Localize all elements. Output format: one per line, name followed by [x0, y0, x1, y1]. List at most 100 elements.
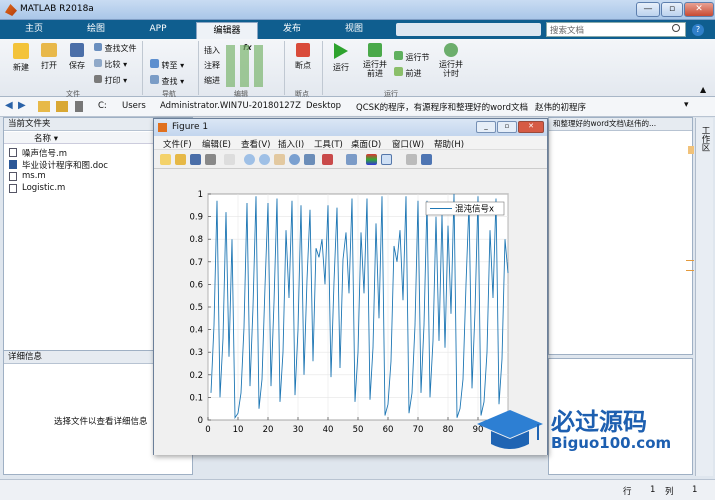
link-plot-icon[interactable] — [346, 154, 357, 165]
legend-box[interactable]: 混沌信号x — [425, 201, 505, 216]
pointer-icon[interactable] — [224, 154, 235, 165]
hide-tools-icon[interactable] — [406, 154, 417, 165]
tab-plots[interactable]: 绘图 — [70, 20, 122, 39]
pan-icon[interactable] — [274, 154, 285, 165]
tab-home[interactable]: 主页 — [8, 20, 60, 39]
tab-publish[interactable]: 发布 — [266, 20, 318, 39]
crumb-c[interactable]: C: — [98, 101, 107, 111]
ribbon-tab-bar: 主页 绘图 APP 编辑器 发布 视图 搜索文档 ? — [0, 20, 715, 39]
new-figure-icon[interactable] — [160, 154, 171, 165]
crumb-users[interactable]: Users — [122, 101, 146, 111]
insert-button[interactable]: 插入 — [204, 45, 220, 56]
figure-maximize-button[interactable]: ▫ — [497, 121, 517, 133]
watermark: 必过源码 Biguo100.com — [475, 400, 695, 460]
x-tick-label: 40 — [323, 425, 334, 435]
x-tick-label: 30 — [293, 425, 304, 435]
compare-button[interactable]: 比较 ▾ — [94, 59, 127, 70]
rotate-icon[interactable] — [289, 154, 300, 165]
colorbar-icon[interactable] — [366, 154, 377, 165]
editor-area: 和整理好的word文档\赵伟的... — [548, 117, 693, 355]
goto-button[interactable]: 转至 ▾ — [150, 59, 184, 71]
forward-arrow-icon[interactable]: ▶ — [18, 100, 26, 111]
figure-minimize-button[interactable]: _ — [476, 121, 496, 133]
save-figure-icon[interactable] — [190, 154, 201, 165]
breakpoints-button[interactable]: 断点 — [290, 43, 316, 71]
menu-insert[interactable]: 插入(I) — [278, 138, 304, 150]
watermark-en: Biguo100.com — [551, 434, 672, 452]
tab-editor[interactable]: 编辑器 — [196, 22, 258, 39]
menu-view[interactable]: 查看(V) — [241, 138, 270, 150]
menu-tools[interactable]: 工具(T) — [314, 138, 343, 150]
watermark-cn: 必过源码 — [551, 408, 647, 436]
list-item[interactable]: 毕业设计程序和图.doc — [22, 159, 108, 171]
editor-path-header: 和整理好的word文档\赵伟的... — [549, 118, 692, 131]
crumb-administrator[interactable]: Administrator.WIN7U-20180127Z — [160, 101, 301, 111]
run-section-button[interactable]: 运行节 — [394, 51, 430, 63]
open-button[interactable]: 打开 — [38, 43, 60, 71]
tab-apps[interactable]: APP — [132, 20, 184, 39]
search-icon[interactable] — [672, 24, 680, 32]
figure-title-bar[interactable]: Figure 1 _ ▫ ✕ — [154, 119, 547, 136]
menu-edit[interactable]: 编辑(E) — [202, 138, 231, 150]
run-and-time-button[interactable]: 运行并 计时 — [436, 43, 466, 78]
show-tools-icon[interactable] — [421, 154, 432, 165]
data-cursor-icon[interactable] — [304, 154, 315, 165]
up-folder-icon[interactable] — [38, 101, 50, 112]
drive-icon — [75, 101, 83, 112]
figure-close-button[interactable]: ✕ — [518, 121, 544, 133]
comment-button[interactable]: 注释 — [204, 60, 220, 71]
print-button[interactable]: 打印 ▾ — [94, 75, 127, 86]
zoom-out-icon[interactable] — [259, 154, 270, 165]
find-icon — [150, 75, 159, 84]
legend-icon[interactable] — [381, 154, 392, 165]
tab-view[interactable]: 视图 — [328, 20, 380, 39]
menu-window[interactable]: 窗口(W) — [392, 138, 424, 150]
collapse-ribbon-icon[interactable]: ▲ — [700, 85, 706, 94]
save-button[interactable]: 保存 — [66, 43, 88, 71]
crumb-desktop[interactable]: Desktop — [306, 101, 341, 111]
breakpoint-icon — [296, 43, 310, 57]
list-item[interactable]: 噪声信号.m — [22, 147, 67, 159]
workspace-tab-label: 工作区 — [700, 126, 710, 152]
advance-label: 前进 — [405, 69, 422, 78]
workspace-side-tab[interactable]: 工作区 — [686, 118, 713, 476]
figure-title: Figure 1 — [172, 122, 209, 132]
run-advance-icon — [368, 43, 382, 57]
minimize-button[interactable]: — — [636, 2, 660, 17]
list-item[interactable]: ms.m — [22, 171, 46, 181]
run-icon — [334, 43, 348, 59]
menu-help[interactable]: 帮助(H) — [434, 138, 464, 150]
crumb-zhaowei[interactable]: 赵伟的初程序 — [535, 101, 586, 113]
edit-icons — [226, 45, 268, 87]
print-label: 打印 — [104, 76, 121, 85]
list-item[interactable]: Logistic.m — [22, 183, 65, 193]
search-box[interactable]: 搜索文档 — [546, 22, 686, 37]
browse-folder-icon[interactable] — [56, 101, 68, 112]
run-button[interactable]: 运行 — [328, 43, 354, 73]
maximize-button[interactable]: ▫ — [661, 2, 683, 17]
brush-icon[interactable] — [322, 154, 333, 165]
help-icon[interactable]: ? — [692, 24, 704, 36]
run-advance-button[interactable]: 运行并 前进 — [360, 43, 390, 78]
open-file-icon[interactable] — [175, 154, 186, 165]
close-button[interactable]: ✕ — [684, 2, 714, 17]
menu-desktop[interactable]: 桌面(D) — [351, 138, 381, 150]
section-divider — [322, 41, 323, 95]
find-button[interactable]: 查找 ▾ — [150, 75, 184, 87]
compare-label: 比较 — [104, 60, 121, 69]
y-tick-label: 0.4 — [189, 326, 203, 336]
print-figure-icon[interactable] — [205, 154, 216, 165]
advance-button[interactable]: 前进 — [394, 67, 422, 79]
find-files-icon — [94, 43, 102, 51]
indent-button[interactable]: 缩进 — [204, 75, 220, 86]
menu-file[interactable]: 文件(F) — [163, 138, 192, 150]
crumb-qcsk[interactable]: QCSK的程序，有源程序和整理好的word文档 — [356, 101, 528, 113]
back-arrow-icon[interactable]: ◀ — [5, 100, 13, 111]
new-button[interactable]: 新建 — [10, 43, 32, 73]
y-tick-label: 0.6 — [189, 280, 203, 290]
figure-toolbar — [154, 151, 547, 169]
zoom-in-icon[interactable] — [244, 154, 255, 165]
address-dropdown-icon[interactable]: ▾ — [684, 100, 689, 110]
find-files-button[interactable]: 查找文件 — [94, 43, 137, 54]
breakpoints-label: 断点 — [295, 61, 311, 70]
